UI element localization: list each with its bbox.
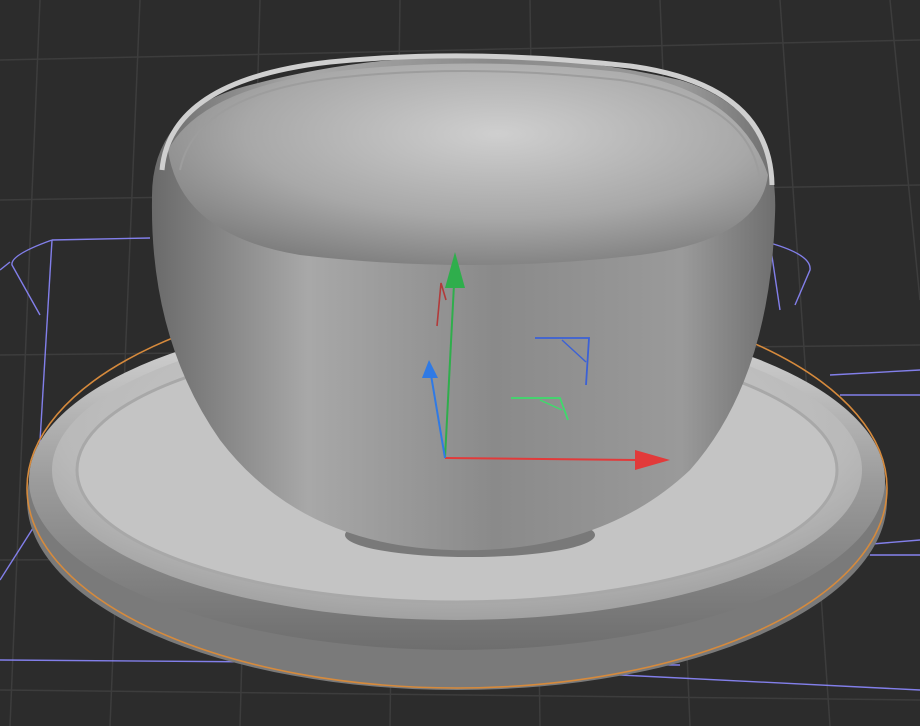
- viewport-canvas[interactable]: [0, 0, 920, 726]
- 3d-viewport[interactable]: [0, 0, 920, 726]
